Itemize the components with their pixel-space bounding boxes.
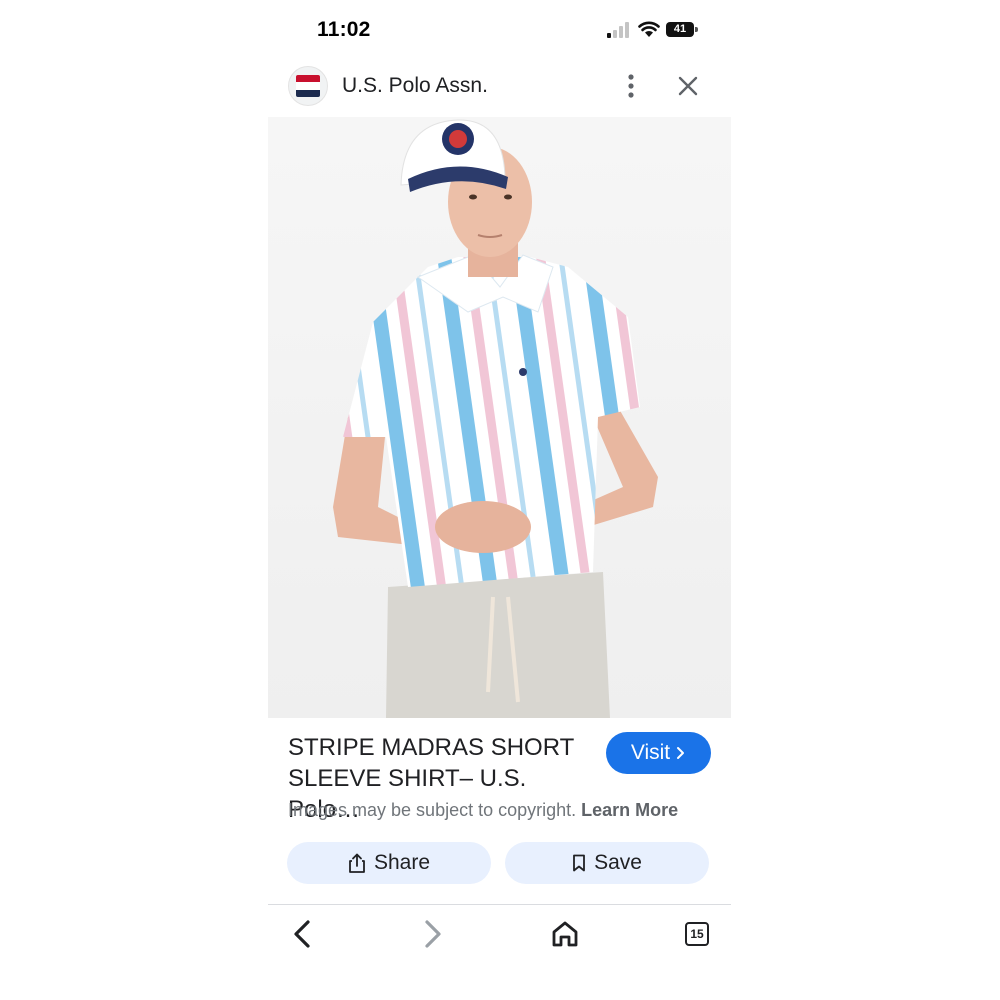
close-icon[interactable]: [674, 72, 702, 100]
product-photo-illustration: [268, 117, 731, 718]
home-icon: [552, 921, 578, 947]
status-time: 11:02: [317, 18, 371, 41]
product-image[interactable]: [268, 117, 731, 718]
site-name[interactable]: U.S. Polo Assn.: [342, 74, 488, 98]
copyright-notice: Images may be subject to copyright. Lear…: [288, 800, 678, 821]
tabs-button[interactable]: 15: [681, 918, 713, 950]
bookmark-icon: [573, 854, 585, 872]
tabs-count: 15: [690, 927, 704, 941]
home-button[interactable]: [549, 918, 581, 950]
wifi-icon: [638, 21, 660, 37]
save-button[interactable]: Save: [505, 842, 709, 884]
battery-icon: 41: [666, 22, 694, 37]
share-label: Share: [373, 851, 431, 874]
share-icon: [349, 853, 365, 873]
visit-label: Visit: [630, 741, 671, 764]
result-title-line1: STRIPE MADRAS SHORT: [288, 734, 575, 761]
tabs-count-icon: 15: [685, 922, 709, 946]
chevron-right-icon: [677, 747, 685, 759]
save-label: Save: [594, 851, 642, 874]
battery-tip: [695, 27, 698, 32]
forward-button[interactable]: [417, 918, 449, 950]
visit-button[interactable]: Visit: [606, 732, 711, 774]
forward-arrow-icon: [425, 920, 441, 948]
more-vert-icon[interactable]: [618, 72, 644, 100]
learn-more-link[interactable]: Learn More: [581, 800, 678, 820]
divider: [268, 904, 731, 905]
back-button[interactable]: [286, 918, 318, 950]
flag-icon: [296, 75, 320, 97]
share-button[interactable]: Share: [287, 842, 491, 884]
site-logo[interactable]: [288, 66, 328, 106]
cellular-signal-icon: [607, 22, 629, 38]
copyright-text: Images may be subject to copyright.: [288, 800, 577, 820]
back-arrow-icon: [294, 920, 310, 948]
